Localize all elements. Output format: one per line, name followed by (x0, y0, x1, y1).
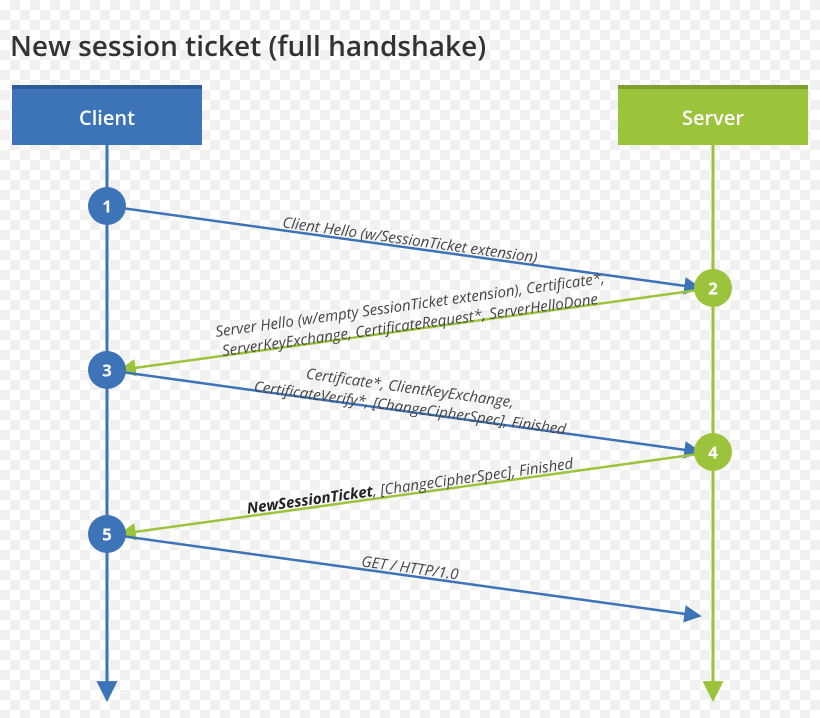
step-4-circle: 4 (694, 433, 732, 471)
participant-client-label: Client (79, 104, 135, 131)
svg-text:3: 3 (102, 359, 112, 382)
svg-text:2: 2 (708, 277, 718, 300)
diagram-title: New session ticket (full handshake) (10, 27, 486, 65)
svg-text:5: 5 (102, 523, 112, 546)
svg-text:1: 1 (102, 195, 112, 218)
participant-server: Server (618, 85, 808, 145)
svg-text:4: 4 (708, 441, 718, 464)
step-3-circle: 3 (88, 351, 126, 389)
step-2-circle: 2 (694, 269, 732, 307)
step-5-circle: 5 (88, 515, 126, 553)
participant-server-label: Server (682, 104, 744, 131)
step-1-circle: 1 (88, 187, 126, 225)
participant-client: Client (12, 85, 202, 145)
